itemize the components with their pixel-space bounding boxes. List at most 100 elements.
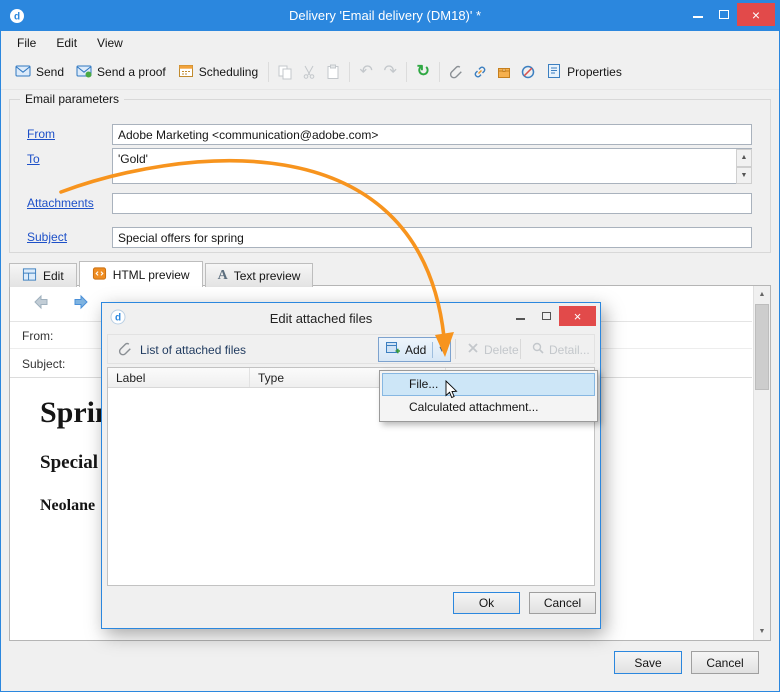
delete-label: Delete (484, 342, 519, 357)
main-toolbar: Send Send a proof Scheduling Properties (1, 55, 779, 90)
preview-from-label: From: (22, 328, 54, 343)
menu-bar: File Edit View (1, 31, 779, 55)
scrollbar-thumb[interactable] (755, 304, 769, 390)
attachments-link[interactable]: Attachments (27, 196, 94, 210)
svg-text:d: d (115, 313, 121, 324)
minimize-icon (515, 317, 525, 320)
add-split-divider (432, 341, 434, 358)
dialog-cancel-button[interactable]: Cancel (529, 592, 596, 614)
dialog-toolbar: List of attached files Add Delete Detail… (107, 334, 595, 364)
send-button[interactable]: Send (9, 60, 70, 85)
svg-text:d: d (14, 12, 20, 23)
close-button[interactable] (737, 3, 775, 26)
menu-item-calculated-attachment[interactable]: Calculated attachment... (382, 396, 595, 419)
ok-button[interactable]: Ok (453, 592, 520, 614)
edit-attached-files-dialog: d Edit attached files List of attached f… (101, 302, 601, 629)
delivery-window: d Delivery 'Email delivery (DM18)' * Fil… (0, 0, 780, 692)
properties-button[interactable]: Properties (540, 60, 628, 85)
detail-label: Detail... (549, 342, 590, 357)
maximize-icon (719, 10, 729, 19)
column-label[interactable]: Label (108, 368, 250, 387)
send-proof-label: Send a proof (97, 65, 166, 79)
refresh-button[interactable] (411, 61, 435, 83)
send-label: Send (36, 65, 65, 79)
add-button[interactable]: Add (378, 337, 452, 362)
send-icon (15, 63, 31, 82)
delete-icon (466, 341, 480, 358)
from-link[interactable]: From (27, 127, 55, 141)
package-button[interactable] (492, 61, 516, 83)
dialog-maximize-button[interactable] (533, 306, 559, 326)
list-of-attached-files-label: List of attached files (140, 343, 247, 357)
html-preview-tab-icon (92, 266, 107, 284)
undo-button (354, 61, 378, 83)
scrollbar-down-icon[interactable] (754, 623, 770, 640)
attachments-input[interactable] (112, 193, 752, 214)
from-input[interactable] (112, 124, 752, 145)
dialog-caption-buttons (507, 306, 596, 326)
send-proof-button[interactable]: Send a proof (70, 60, 172, 85)
menu-file[interactable]: File (7, 33, 46, 53)
send-proof-icon (76, 63, 92, 82)
link-button[interactable] (468, 61, 492, 83)
toolbar-separator (439, 62, 441, 82)
dialog-title: Edit attached files (269, 311, 373, 326)
tab-text-preview[interactable]: Text preview (204, 263, 314, 287)
dialog-close-button[interactable] (559, 306, 596, 326)
scheduling-button[interactable]: Scheduling (172, 60, 264, 85)
preview-scrollbar[interactable] (753, 286, 770, 640)
menu-edit[interactable]: Edit (46, 33, 87, 53)
tab-html-preview[interactable]: HTML preview (78, 261, 203, 287)
tab-html-preview-label: HTML preview (112, 267, 190, 282)
tab-edit-label: Edit (43, 268, 64, 283)
scrollbar-up-icon[interactable] (754, 286, 770, 303)
properties-label: Properties (567, 65, 622, 79)
caption-buttons (685, 3, 775, 26)
scroll-down-icon[interactable] (736, 166, 752, 184)
preview-tabs: Edit HTML preview Text preview (9, 261, 315, 287)
window-cancel-button[interactable]: Cancel (691, 651, 759, 674)
detail-button: Detail... (525, 337, 596, 362)
copy-button (273, 61, 297, 83)
menu-view[interactable]: View (87, 33, 133, 53)
add-dropdown-menu: File... Calculated attachment... (379, 370, 598, 422)
paste-button (321, 61, 345, 83)
detail-icon (531, 341, 545, 358)
scheduling-icon (178, 63, 194, 82)
toolbar-separator (349, 62, 351, 82)
minimize-icon (693, 16, 703, 18)
tab-text-preview-label: Text preview (233, 268, 301, 283)
minimize-button[interactable] (685, 3, 711, 26)
menu-item-file[interactable]: File... (382, 373, 595, 396)
dialog-minimize-button[interactable] (507, 306, 533, 326)
scroll-up-icon[interactable] (736, 149, 752, 167)
attached-files-icon (117, 341, 133, 360)
redo-button (378, 61, 402, 83)
add-icon (385, 340, 401, 359)
preview-subject-label: Subject: (22, 356, 66, 371)
subject-link[interactable]: Subject (27, 230, 67, 244)
add-label: Add (405, 342, 427, 357)
email-parameters-group: Email parameters From To 'Gold' Attachme… (9, 92, 771, 253)
window-title: Delivery 'Email delivery (DM18)' * (288, 8, 482, 23)
toolbar-separator (406, 62, 408, 82)
cut-button (297, 61, 321, 83)
to-link[interactable]: To (27, 152, 40, 166)
toolbar-separator (520, 339, 521, 359)
slash-circle-button[interactable] (516, 61, 540, 83)
save-button[interactable]: Save (614, 651, 682, 674)
text-preview-tab-icon (218, 268, 228, 284)
maximize-icon (541, 312, 551, 320)
maximize-button[interactable] (711, 3, 737, 26)
subject-input[interactable] (112, 227, 752, 248)
tab-edit[interactable]: Edit (9, 263, 77, 287)
attachment-button[interactable] (444, 61, 468, 83)
dialog-app-icon: d (110, 309, 126, 325)
delete-button: Delete (460, 337, 525, 362)
edit-tab-icon (22, 267, 37, 285)
group-legend: Email parameters (20, 92, 125, 106)
to-input[interactable]: 'Gold' (112, 148, 752, 184)
forward-icon[interactable] (68, 294, 90, 313)
add-dropdown-icon[interactable] (439, 344, 444, 355)
toolbar-separator (268, 62, 270, 82)
